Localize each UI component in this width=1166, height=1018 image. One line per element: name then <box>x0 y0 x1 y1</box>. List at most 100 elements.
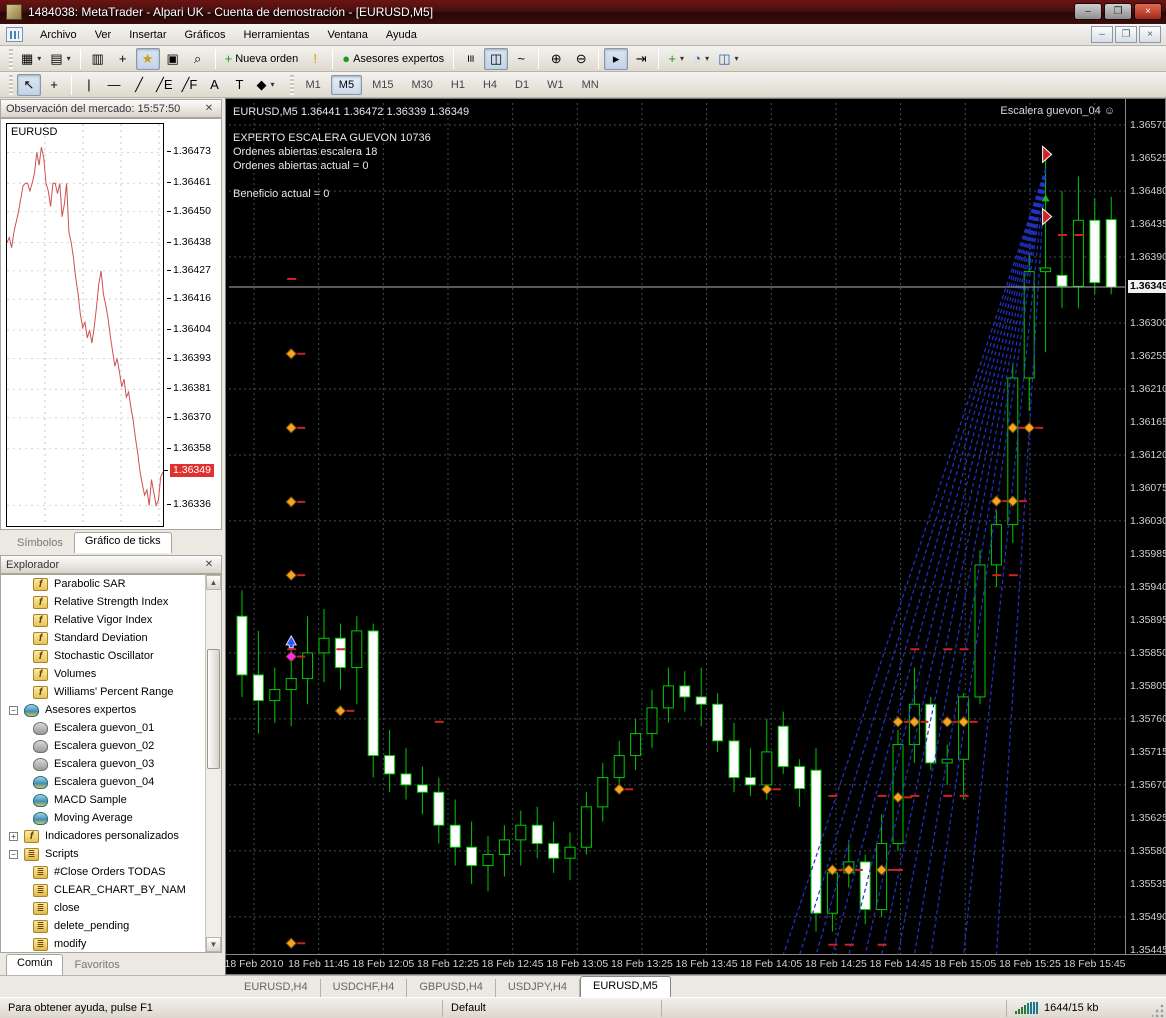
market-watch-close-icon[interactable]: ✕ <box>202 102 216 115</box>
timeframe-mn-button[interactable]: MN <box>574 75 607 95</box>
navigator-header[interactable]: Explorador ✕ <box>0 555 222 574</box>
text-label-button[interactable]: T <box>228 74 252 96</box>
mdi-restore-button[interactable]: ❐ <box>1115 26 1137 43</box>
profiles-button[interactable]: ▤▾ <box>46 48 74 70</box>
dropdown-arrow-icon[interactable]: ▾ <box>734 54 738 63</box>
navigator-close-icon[interactable]: ✕ <box>202 558 216 571</box>
candle-chart-button[interactable]: ◫ <box>484 48 508 70</box>
trendline-button[interactable]: ╱ <box>127 74 151 96</box>
toolbar-grip[interactable] <box>290 75 294 95</box>
dropdown-arrow-icon[interactable]: ▾ <box>271 80 275 89</box>
menu-archivo[interactable]: Archivo <box>31 26 86 44</box>
scrollbar-thumb[interactable] <box>207 649 220 769</box>
tree-item-delete-pending[interactable]: ≣delete_pending <box>1 917 205 935</box>
tab-gr-fico-de-ticks[interactable]: Gráfico de ticks <box>74 532 172 553</box>
tab-com-n[interactable]: Común <box>6 954 63 975</box>
tree-item-volumes[interactable]: fVolumes <box>1 665 205 683</box>
tree-item-escalera-guevon-03[interactable]: Escalera guevon_03 <box>1 755 205 773</box>
dropdown-arrow-icon[interactable]: ▾ <box>680 54 684 63</box>
channel-button[interactable]: ╱E <box>152 74 177 96</box>
toolbar-grip[interactable] <box>9 75 13 95</box>
menu-insertar[interactable]: Insertar <box>120 26 175 44</box>
mdi-close-button[interactable]: × <box>1139 26 1161 43</box>
dropdown-arrow-icon[interactable]: ▾ <box>705 54 709 63</box>
menu-ventana[interactable]: Ventana <box>319 26 377 44</box>
vertical-line-button[interactable]: | <box>77 74 101 96</box>
zoom-out-button[interactable]: ⊖ <box>569 48 593 70</box>
navigator-scrollbar[interactable]: ▲ ▼ <box>205 575 221 952</box>
scroll-down-icon[interactable]: ▼ <box>206 937 221 952</box>
tree-item-escalera-guevon-04[interactable]: Escalera guevon_04 <box>1 773 205 791</box>
text-button[interactable]: A <box>203 74 227 96</box>
chart-tab-usdchf-h4[interactable]: USDCHF,H4 <box>321 979 408 997</box>
dropdown-arrow-icon[interactable]: ▾ <box>67 54 71 63</box>
market-watch-button[interactable]: ▥ <box>86 48 110 70</box>
favorites-button[interactable]: ★ <box>136 48 160 70</box>
tree-item--close-orders-todas[interactable]: ≣#Close Orders TODAS <box>1 863 205 881</box>
data-window-button[interactable]: + <box>111 48 135 70</box>
menu-ver[interactable]: Ver <box>86 26 121 44</box>
mdi-minimize-button[interactable]: – <box>1091 26 1113 43</box>
timeframe-h1-button[interactable]: H1 <box>443 75 473 95</box>
tab-s-mbolos[interactable]: Símbolos <box>6 534 74 553</box>
candlestick-chart[interactable] <box>229 103 1126 955</box>
tree-item-williams-percent-range[interactable]: fWilliams' Percent Range <box>1 683 205 701</box>
chart-shift-button[interactable]: ⇥ <box>629 48 653 70</box>
tree-item-asesores-expertos[interactable]: −Asesores expertos <box>1 701 205 719</box>
chart-window[interactable]: EURUSD,M5 1.36441 1.36472 1.36339 1.3634… <box>225 98 1166 975</box>
tree-item-macd-sample[interactable]: MACD Sample <box>1 791 205 809</box>
indicators-button[interactable]: +▾ <box>664 48 688 70</box>
menu-ayuda[interactable]: Ayuda <box>377 26 426 44</box>
resize-grip[interactable] <box>1152 1004 1165 1017</box>
timeframe-m15-button[interactable]: M15 <box>364 75 401 95</box>
collapse-icon[interactable]: − <box>9 850 18 859</box>
market-watch-header[interactable]: Observación del mercado: 15:57:50 ✕ <box>0 99 222 118</box>
close-button[interactable]: × <box>1134 3 1162 20</box>
tree-item-escalera-guevon-02[interactable]: Escalera guevon_02 <box>1 737 205 755</box>
tab-favoritos[interactable]: Favoritos <box>63 956 130 975</box>
tree-item-close[interactable]: ≣close <box>1 899 205 917</box>
chart-tab-gbpusd-h4[interactable]: GBPUSD,H4 <box>407 979 496 997</box>
chart-tab-usdjpy-h4[interactable]: USDJPY,H4 <box>496 979 580 997</box>
timeframe-h4-button[interactable]: H4 <box>475 75 505 95</box>
menu-gráficos[interactable]: Gráficos <box>176 26 235 44</box>
timeframe-m1-button[interactable]: M1 <box>298 75 329 95</box>
tree-item-stochastic-oscillator[interactable]: fStochastic Oscillator <box>1 647 205 665</box>
tree-item-indicadores-personalizados[interactable]: +fIndicadores personalizados <box>1 827 205 845</box>
restore-button[interactable]: ❐ <box>1104 3 1132 20</box>
horizontal-line-button[interactable]: — <box>102 74 126 96</box>
chart-tab-eurusd-h4[interactable]: EURUSD,H4 <box>232 979 321 997</box>
periods-button[interactable]: ◔▾ <box>689 48 713 70</box>
collapse-icon[interactable]: − <box>9 706 18 715</box>
tree-item-relative-strength-index[interactable]: fRelative Strength Index <box>1 593 205 611</box>
expand-icon[interactable]: + <box>9 832 18 841</box>
expert-advisors-button[interactable]: ●Asesores expertos <box>338 48 448 70</box>
tick-chart[interactable]: EURUSD <box>6 123 164 527</box>
menu-herramientas[interactable]: Herramientas <box>234 26 318 44</box>
dropdown-arrow-icon[interactable]: ▾ <box>37 54 41 63</box>
tree-item-relative-vigor-index[interactable]: fRelative Vigor Index <box>1 611 205 629</box>
tree-item-clear-chart-by-nam[interactable]: ≣CLEAR_CHART_BY_NAM <box>1 881 205 899</box>
auto-scroll-button[interactable]: ▸ <box>604 48 628 70</box>
alert-button[interactable]: ! <box>303 48 327 70</box>
minimize-button[interactable]: – <box>1074 3 1102 20</box>
new-chart-button[interactable]: ▦▾ <box>17 48 45 70</box>
arrows-button[interactable]: ◆▾ <box>253 74 279 96</box>
timeframe-m30-button[interactable]: M30 <box>403 75 440 95</box>
tree-item-parabolic-sar[interactable]: fParabolic SAR <box>1 575 205 593</box>
bar-chart-button[interactable]: ≡ <box>459 48 483 70</box>
templates-button[interactable]: ◫▾ <box>714 48 742 70</box>
crosshair-button[interactable]: + <box>42 74 66 96</box>
timeframe-m5-button[interactable]: M5 <box>331 75 362 95</box>
terminal-button[interactable]: ⌕ <box>186 48 210 70</box>
tree-item-scripts[interactable]: −≣Scripts <box>1 845 205 863</box>
tree-item-modify[interactable]: ≣modify <box>1 935 205 953</box>
tree-item-escalera-guevon-01[interactable]: Escalera guevon_01 <box>1 719 205 737</box>
line-chart-button[interactable]: ~ <box>509 48 533 70</box>
title-bar[interactable]: 1484038: MetaTrader - Alpari UK - Cuenta… <box>0 0 1166 24</box>
cursor-button[interactable]: ↖ <box>17 74 41 96</box>
toolbar-grip[interactable] <box>9 49 13 69</box>
status-profile[interactable]: Default <box>443 1000 662 1017</box>
new-order-button[interactable]: +Nueva orden <box>221 48 303 70</box>
tree-item-moving-average[interactable]: Moving Average <box>1 809 205 827</box>
